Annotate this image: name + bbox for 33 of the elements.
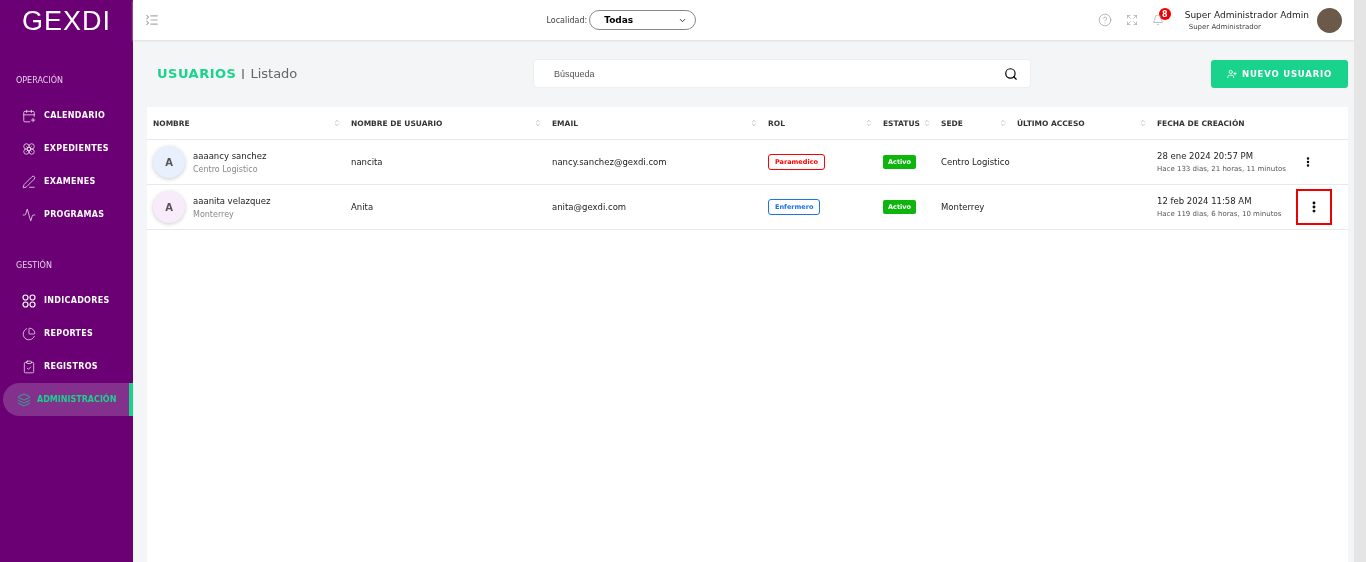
notification-count: 8 [1158, 8, 1171, 20]
section-title: OPERACIÓN [15, 73, 64, 87]
nav-item[interactable]: REGISTROS [3, 350, 133, 383]
nav-item[interactable]: REPORTES [3, 317, 133, 350]
user-location: Centro Logistico [193, 164, 259, 174]
table-cell: Anita [351, 202, 374, 212]
user-name: Super Administrador Admin [1184, 9, 1309, 20]
page-subtitle: Listado [250, 66, 298, 81]
table-cell: nancy.sanchez@gexdi.com [552, 157, 667, 167]
user-avatar: A [153, 191, 185, 223]
table-cell: Centro Logistico [941, 157, 1010, 167]
locality-select[interactable]: Todas [589, 10, 697, 30]
user-name: aaanita velazquez [193, 195, 271, 206]
page-title: USUARIOS [157, 66, 237, 81]
logo: GEXDI [21, 5, 112, 38]
nav-item[interactable]: EXPEDIENTES [3, 132, 133, 165]
nav-item[interactable]: EXAMENES [3, 165, 133, 198]
section-title: GESTIÓN [15, 258, 53, 272]
search-input[interactable]: Búsqueda [552, 67, 1004, 80]
nav-item[interactable]: ADMINISTRACIÓN [3, 383, 133, 416]
user-avatar: A [153, 146, 185, 178]
search-field[interactable]: Búsqueda [533, 59, 1031, 88]
user-location: Monterrey [193, 209, 235, 219]
created-date: 28 ene 2024 20:57 PM [1157, 151, 1255, 161]
nav-item[interactable]: CALENDARIO [3, 99, 133, 132]
locality-label: Localidad: [546, 15, 588, 25]
user-name: aaaancy sanchez [193, 150, 267, 161]
table-cell: nancita [351, 157, 383, 167]
table-cell: anita@gexdi.com [552, 202, 627, 212]
table-cell: Monterrey [941, 202, 985, 212]
nav-item[interactable]: PROGRAMAS [3, 198, 133, 231]
created-date: 12 feb 2024 11:58 AM [1157, 196, 1253, 206]
nav-item[interactable]: INDICADORES [3, 284, 133, 317]
